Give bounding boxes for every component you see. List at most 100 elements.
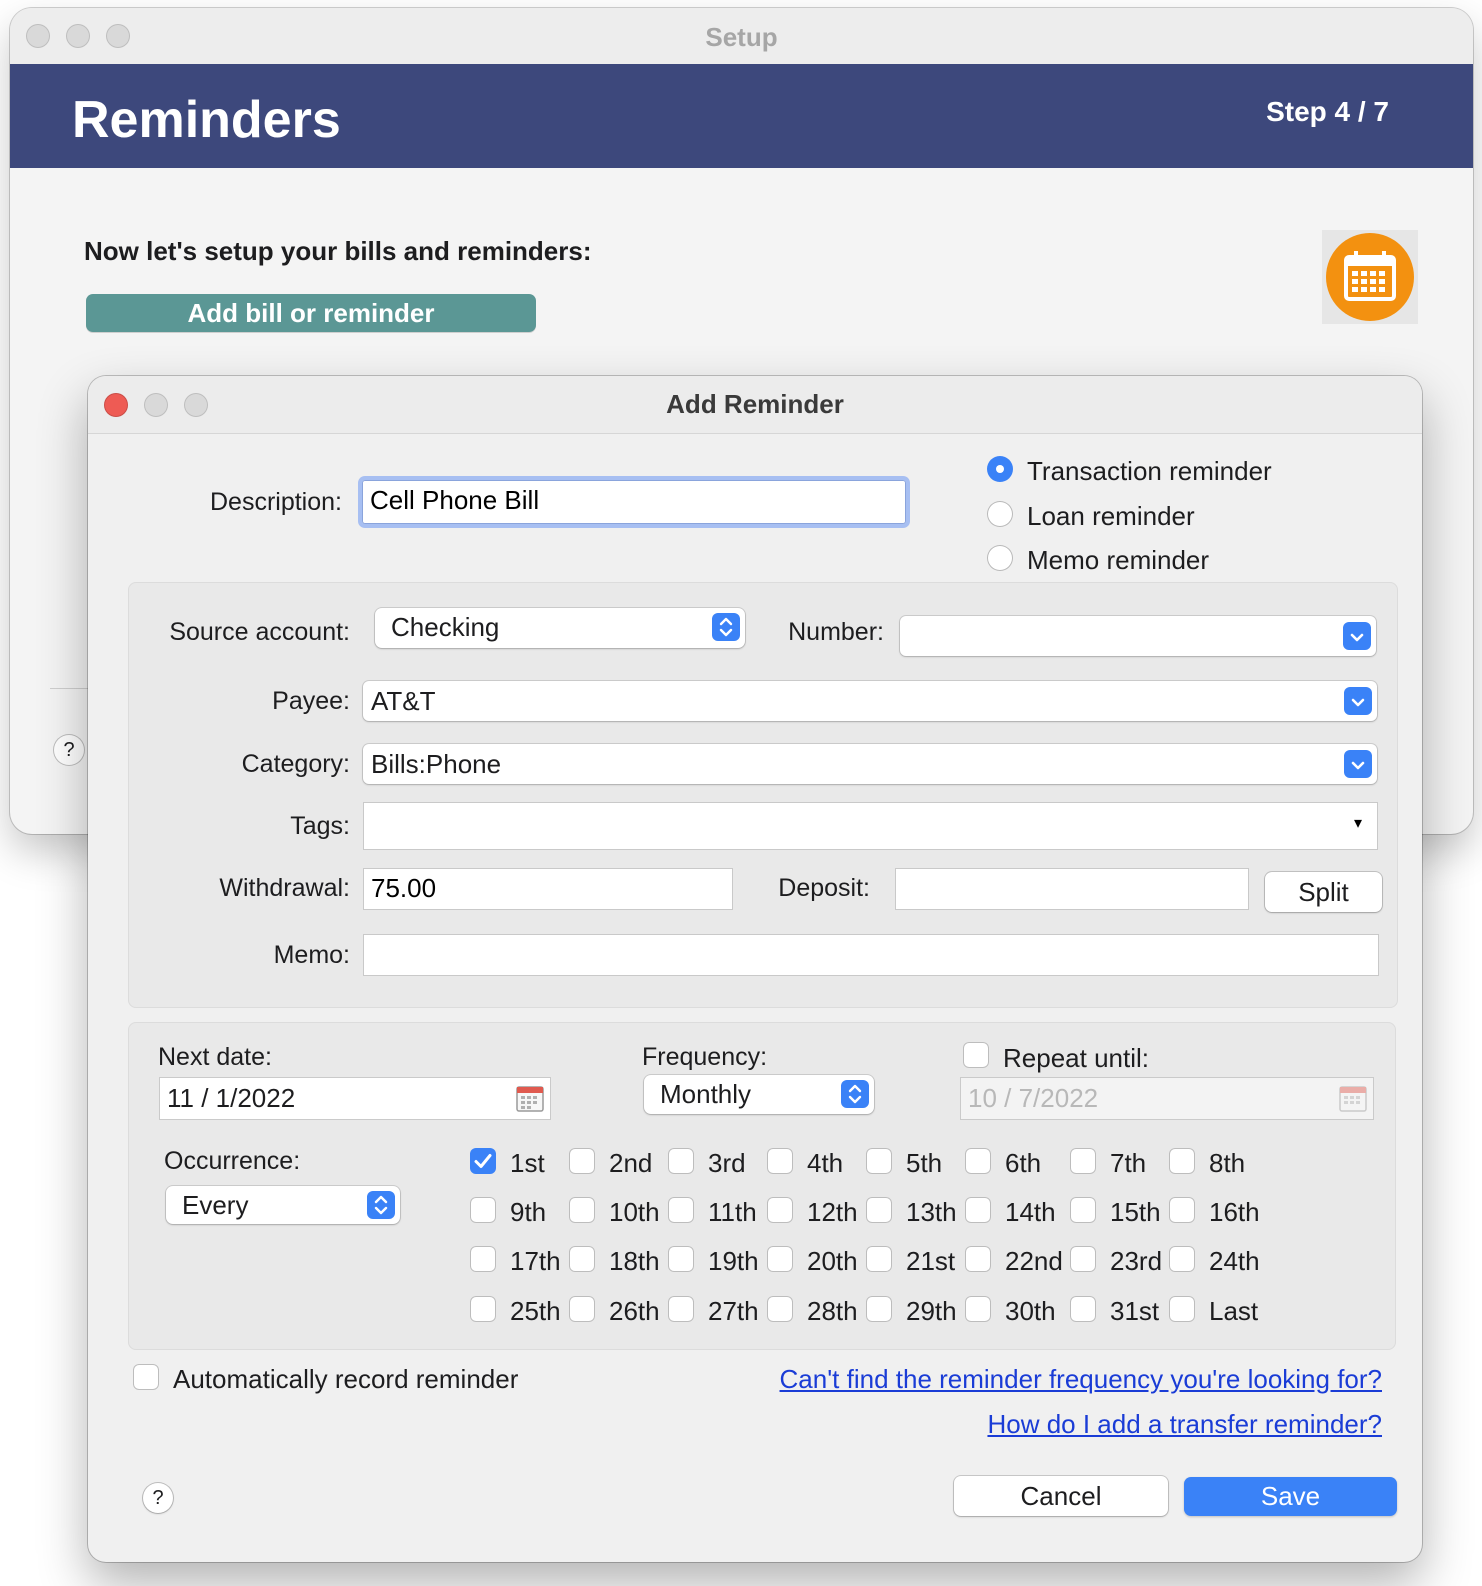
day-checkbox-19th[interactable] bbox=[668, 1246, 694, 1272]
up-down-arrows-icon bbox=[712, 613, 740, 641]
day-label: 25th bbox=[510, 1296, 561, 1326]
day-checkbox-2nd[interactable] bbox=[569, 1148, 595, 1174]
save-button[interactable]: Save bbox=[1184, 1477, 1397, 1516]
day-checkbox-3rd[interactable] bbox=[668, 1148, 694, 1174]
day-label: 18th bbox=[609, 1246, 660, 1276]
setup-help-button[interactable]: ? bbox=[54, 735, 84, 765]
loan-reminder-label: Loan reminder bbox=[1027, 501, 1195, 531]
dialog-titlebar: Add Reminder bbox=[88, 376, 1422, 434]
day-label: 27th bbox=[708, 1296, 759, 1326]
loan-reminder-radio[interactable] bbox=[987, 501, 1013, 527]
day-label: 1st bbox=[510, 1148, 545, 1178]
day-checkbox-last[interactable] bbox=[1169, 1296, 1195, 1322]
source-account-label: Source account: bbox=[169, 618, 350, 646]
chevron-down-icon[interactable] bbox=[1344, 750, 1372, 778]
chevron-down-icon[interactable] bbox=[1343, 622, 1371, 650]
day-checkbox-21st[interactable] bbox=[866, 1246, 892, 1272]
deposit-input[interactable] bbox=[895, 868, 1249, 910]
day-checkbox-27th[interactable] bbox=[668, 1296, 694, 1322]
up-down-arrows-icon bbox=[367, 1191, 395, 1219]
calendar-icon bbox=[1326, 233, 1414, 321]
dialog-help-button[interactable]: ? bbox=[143, 1483, 173, 1513]
day-checkbox-28th[interactable] bbox=[767, 1296, 793, 1322]
source-account-select[interactable]: Checking bbox=[375, 608, 745, 648]
occurrence-select[interactable]: Every bbox=[166, 1186, 400, 1224]
frequency-help-link[interactable]: Can't find the reminder frequency you're… bbox=[780, 1364, 1382, 1395]
tags-label: Tags: bbox=[290, 812, 350, 840]
withdrawal-input[interactable]: 75.00 bbox=[363, 868, 733, 910]
day-checkbox-30th[interactable] bbox=[965, 1296, 991, 1322]
day-checkbox-9th[interactable] bbox=[470, 1197, 496, 1223]
day-checkbox-24th[interactable] bbox=[1169, 1246, 1195, 1272]
memo-reminder-radio[interactable] bbox=[987, 545, 1013, 571]
split-button[interactable]: Split bbox=[1265, 872, 1382, 912]
day-label: 8th bbox=[1209, 1148, 1246, 1178]
cancel-button[interactable]: Cancel bbox=[954, 1476, 1168, 1516]
auto-record-checkbox[interactable] bbox=[133, 1364, 159, 1390]
day-checkbox-6th[interactable] bbox=[965, 1148, 991, 1174]
up-down-arrows-icon bbox=[841, 1080, 869, 1108]
auto-record-label: Automatically record reminder bbox=[173, 1364, 519, 1394]
day-label: 12th bbox=[807, 1197, 858, 1227]
frequency-label: Frequency: bbox=[642, 1043, 768, 1071]
number-combobox[interactable] bbox=[900, 616, 1376, 656]
day-checkbox-11th[interactable] bbox=[668, 1197, 694, 1223]
day-checkbox-22nd[interactable] bbox=[965, 1246, 991, 1272]
day-checkbox-25th[interactable] bbox=[470, 1296, 496, 1322]
category-combobox[interactable]: Bills:Phone bbox=[363, 744, 1377, 784]
day-checkbox-5th[interactable] bbox=[866, 1148, 892, 1174]
calendar-icon-tile bbox=[1322, 230, 1418, 324]
day-checkbox-18th[interactable] bbox=[569, 1246, 595, 1272]
day-label: 5th bbox=[906, 1148, 943, 1178]
day-checkbox-14th[interactable] bbox=[965, 1197, 991, 1223]
setup-titlebar: Setup bbox=[10, 8, 1473, 64]
day-checkbox-7th[interactable] bbox=[1070, 1148, 1096, 1174]
chevron-down-icon[interactable] bbox=[1344, 687, 1372, 715]
transfer-help-link[interactable]: How do I add a transfer reminder? bbox=[987, 1409, 1382, 1440]
day-checkbox-16th[interactable] bbox=[1169, 1197, 1195, 1223]
transaction-reminder-radio[interactable] bbox=[987, 456, 1013, 482]
day-checkbox-15th[interactable] bbox=[1070, 1197, 1096, 1223]
add-reminder-dialog: Add Reminder Description: Cell Phone Bil… bbox=[88, 376, 1422, 1562]
day-checkbox-17th[interactable] bbox=[470, 1246, 496, 1272]
day-checkbox-31st[interactable] bbox=[1070, 1296, 1096, 1322]
add-bill-button[interactable]: Add bill or reminder bbox=[86, 294, 536, 332]
payee-combobox[interactable]: AT&T bbox=[363, 681, 1377, 721]
day-checkbox-12th[interactable] bbox=[767, 1197, 793, 1223]
day-checkbox-4th[interactable] bbox=[767, 1148, 793, 1174]
day-checkbox-13th[interactable] bbox=[866, 1197, 892, 1223]
repeat-until-date-field: 10 / 7/2022 bbox=[960, 1077, 1374, 1120]
day-checkbox-8th[interactable] bbox=[1169, 1148, 1195, 1174]
occurrence-label: Occurrence: bbox=[164, 1147, 301, 1175]
checkmark-icon bbox=[474, 1154, 492, 1168]
calendar-picker-icon[interactable] bbox=[515, 1083, 545, 1125]
day-label: Last bbox=[1209, 1296, 1259, 1326]
payee-value: AT&T bbox=[371, 686, 436, 716]
frequency-value: Monthly bbox=[660, 1079, 752, 1109]
day-label: 17th bbox=[510, 1246, 561, 1276]
repeat-until-value: 10 / 7/2022 bbox=[968, 1083, 1099, 1113]
divider bbox=[50, 688, 90, 689]
day-label: 26th bbox=[609, 1296, 660, 1326]
description-input[interactable]: Cell Phone Bill bbox=[362, 480, 906, 524]
day-label: 19th bbox=[708, 1246, 759, 1276]
day-checkbox-29th[interactable] bbox=[866, 1296, 892, 1322]
memo-input[interactable] bbox=[363, 934, 1379, 976]
day-checkbox-10th[interactable] bbox=[569, 1197, 595, 1223]
next-date-value: 11 / 1/2022 bbox=[167, 1083, 296, 1113]
day-checkbox-20th[interactable] bbox=[767, 1246, 793, 1272]
repeat-until-checkbox[interactable] bbox=[963, 1042, 989, 1068]
frequency-select[interactable]: Monthly bbox=[644, 1075, 874, 1114]
day-label: 16th bbox=[1209, 1197, 1260, 1227]
day-checkbox-26th[interactable] bbox=[569, 1296, 595, 1322]
dropdown-arrow-icon[interactable]: ▾ bbox=[1354, 804, 1362, 844]
day-label: 31st bbox=[1110, 1296, 1160, 1326]
next-date-field[interactable]: 11 / 1/2022 bbox=[159, 1077, 551, 1120]
tags-field[interactable]: ▾ bbox=[363, 802, 1378, 850]
day-checkbox-23rd[interactable] bbox=[1070, 1246, 1096, 1272]
day-label: 20th bbox=[807, 1246, 858, 1276]
day-label: 3rd bbox=[708, 1148, 746, 1178]
day-label: 7th bbox=[1110, 1148, 1147, 1178]
day-label: 28th bbox=[807, 1296, 858, 1326]
day-checkbox-1st[interactable] bbox=[470, 1148, 496, 1174]
